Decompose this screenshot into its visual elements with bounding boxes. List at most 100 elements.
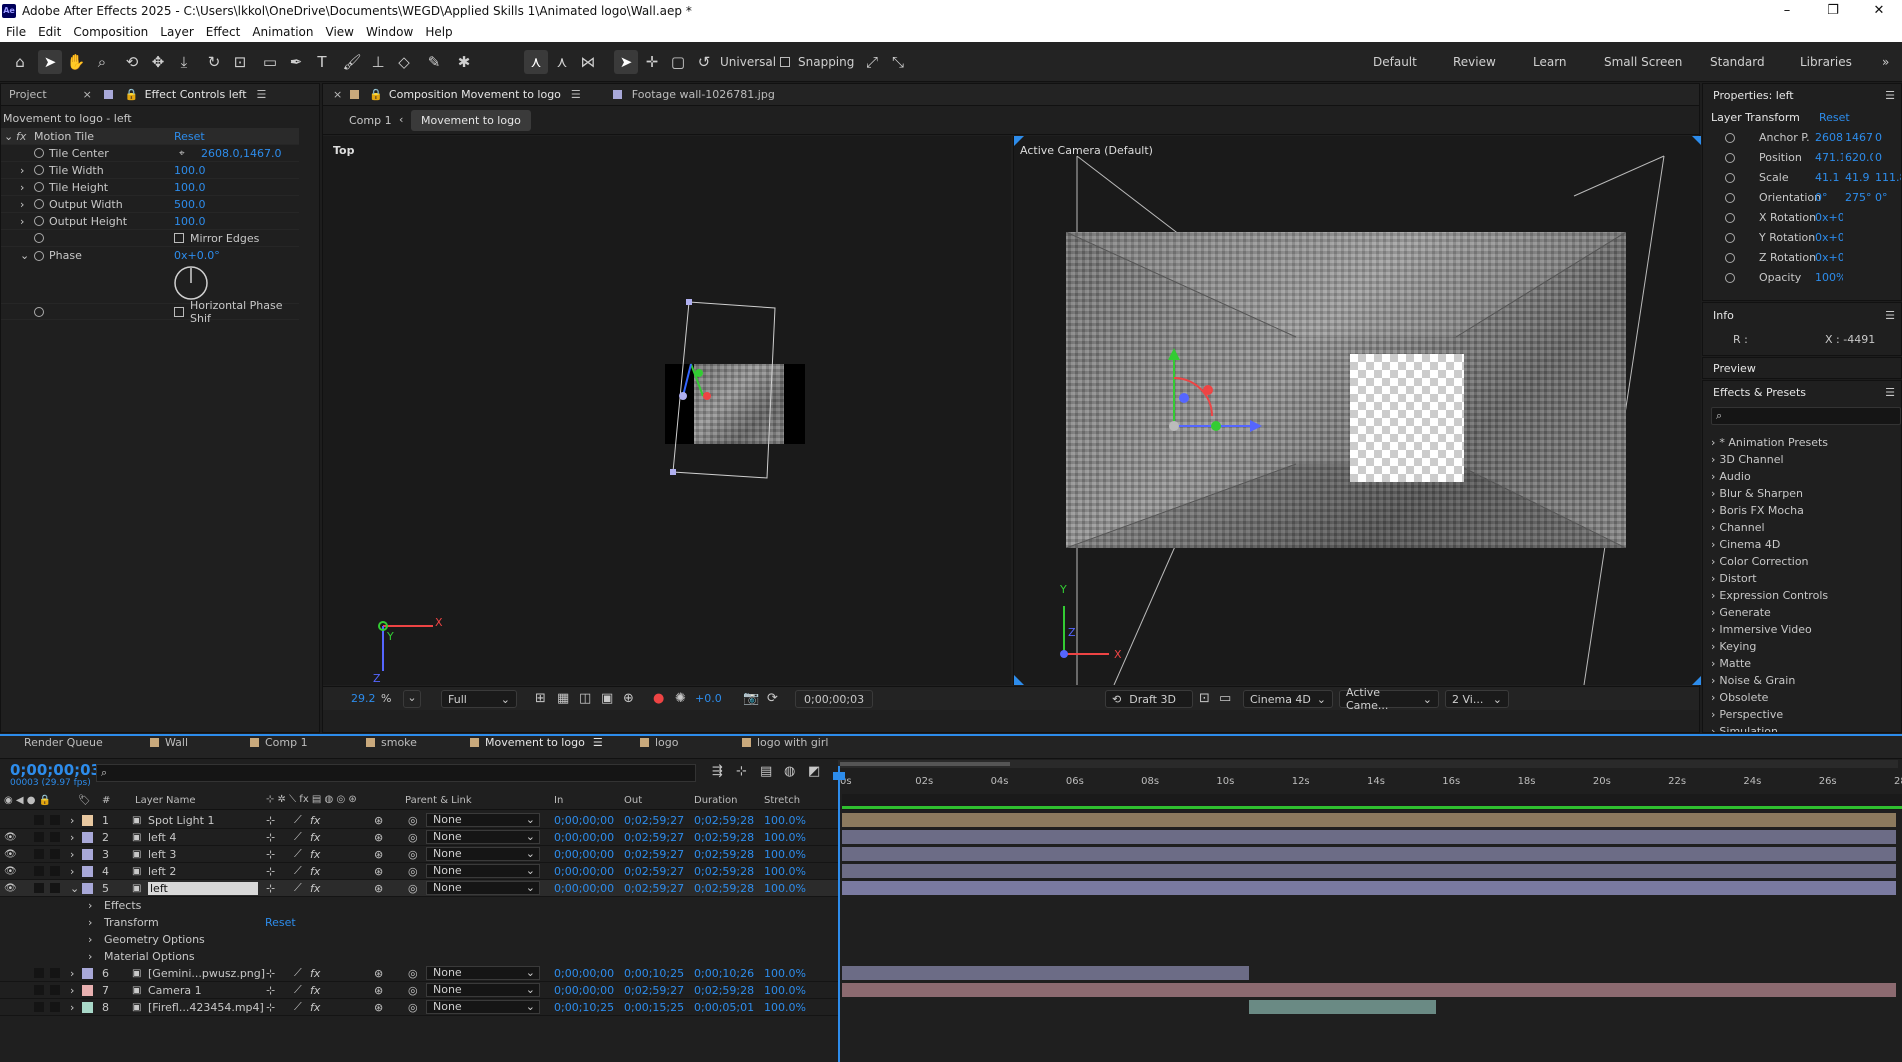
pen-tool-icon[interactable]: ✒ (284, 50, 308, 74)
effects-category-item[interactable]: › Simulation (1711, 725, 1778, 732)
current-time-indicator-head[interactable] (833, 772, 845, 780)
expand-chevron-icon[interactable]: › (1711, 538, 1715, 551)
menu-composition[interactable]: Composition (67, 25, 154, 39)
view-layout-dropdown[interactable]: 2 Vi... ⌄ (1445, 690, 1509, 708)
layer-duration-bar[interactable] (842, 813, 1896, 827)
layer-duration-bar[interactable] (842, 983, 1896, 997)
param-value[interactable]: 500.0 (174, 198, 206, 211)
stopwatch-icon[interactable] (1725, 273, 1735, 283)
lock-icon[interactable]: 🔒 (369, 88, 383, 101)
pick-whip-icon[interactable]: ◎ (408, 984, 418, 997)
home-icon[interactable]: ⌂ (8, 50, 32, 74)
expand-chevron-icon[interactable]: › (20, 215, 24, 228)
param-value[interactable]: 100.0 (174, 181, 206, 194)
fx-icon[interactable]: fx (310, 1001, 320, 1014)
expand-chevron-icon[interactable]: › (70, 1001, 74, 1014)
expand-chevron-icon[interactable]: › (1711, 555, 1715, 568)
expand-chevron-icon[interactable]: › (1711, 453, 1715, 466)
layer-in-point[interactable]: 0;00;00;00 (554, 848, 614, 861)
draft-3d-toggle[interactable]: ⟲ Draft 3D (1105, 690, 1193, 708)
layer-name[interactable]: [Firefl...423454.mp4] (148, 1001, 264, 1014)
effects-search-input[interactable] (1730, 408, 1898, 424)
stopwatch-icon[interactable] (34, 199, 44, 209)
layer-name[interactable]: left (148, 881, 258, 895)
collapse-transform-icon[interactable]: ⊹ (266, 865, 275, 878)
layer-label-color[interactable] (82, 849, 93, 860)
scale-gizmo-icon[interactable]: ▢ (666, 50, 690, 74)
layer-in-point[interactable]: 0;00;00;00 (554, 882, 614, 895)
stopwatch-icon[interactable] (1725, 253, 1735, 263)
fx-icon[interactable]: fx (310, 967, 320, 980)
snap-options-icon[interactable]: ⤢ (860, 50, 884, 74)
expand-chevron-icon[interactable]: › (1711, 487, 1715, 500)
layer-stretch[interactable]: 100.0% (764, 1001, 806, 1014)
param-value[interactable]: 0x+0.0° (174, 249, 220, 262)
expand-chevron-icon[interactable]: › (70, 814, 74, 827)
transform-value-1[interactable]: 0x+0° (1815, 251, 1843, 264)
type-tool-icon[interactable]: T (310, 50, 334, 74)
layer-stretch[interactable]: 100.0% (764, 814, 806, 827)
layer-duration-bar[interactable] (1248, 1000, 1437, 1014)
3d-layer-icon[interactable]: ⊛ (374, 814, 383, 827)
collapse-transform-icon[interactable]: ⊹ (266, 848, 275, 861)
tab-project[interactable]: Project (9, 88, 47, 101)
show-snapshot-icon[interactable]: ⟳ (767, 691, 778, 706)
brush-tool-icon[interactable]: 🖌 (340, 50, 364, 74)
zoom-value[interactable]: 29.2 (351, 692, 376, 705)
effect-header-motion-tile[interactable]: ⌄ fx Motion Tile Reset (1, 128, 299, 145)
transform-value-2[interactable]: 620.0 (1845, 151, 1873, 164)
layer-label-color[interactable] (82, 968, 93, 979)
expand-chevron-icon[interactable]: › (88, 916, 92, 929)
timeline-tab[interactable]: smoke (366, 736, 417, 749)
panel-menu-icon[interactable]: ☰ (1885, 89, 1895, 102)
tab-footage[interactable]: Footage wall-1026781.jpg (632, 88, 775, 101)
layer-row[interactable]: 👁 › 2 ▣ left 4 ⊹ ⟋ fx ⊛ ◎ None ⌄ 0;00;00;00 0;02;59;2… (0, 829, 840, 846)
stopwatch-icon[interactable] (1725, 233, 1735, 243)
maximize-button[interactable]: ❐ (1810, 0, 1856, 21)
layer-name[interactable]: left 2 (148, 865, 258, 878)
expand-chevron-icon[interactable]: › (1711, 725, 1715, 732)
effects-category-item[interactable]: › Distort (1711, 572, 1757, 585)
collapse-transform-icon[interactable]: ⊹ (266, 984, 275, 997)
quality-switch-icon[interactable]: ⟋ (294, 966, 302, 980)
effects-category-item[interactable]: › Generate (1711, 606, 1771, 619)
current-time-indicator[interactable] (838, 766, 840, 1062)
zoom-dropdown-chevron-icon[interactable]: ⌄ (403, 690, 421, 708)
effects-category-item[interactable]: › Keying (1711, 640, 1756, 653)
quality-switch-icon[interactable]: ⟋ (294, 1000, 302, 1014)
3d-transform-gizmo[interactable] (1154, 346, 1264, 456)
timeline-tab[interactable]: Movement to logo ☰ (470, 736, 603, 749)
motion-blur-icon[interactable]: ◍ (784, 764, 795, 779)
horizontal-phase-checkbox[interactable] (174, 306, 184, 317)
crosshair-icon[interactable]: ⌖ (179, 148, 185, 159)
parent-dropdown[interactable]: None ⌄ (426, 830, 540, 844)
mask-visibility-icon[interactable]: ◫ (579, 691, 591, 706)
fx-icon[interactable]: fx (310, 882, 320, 895)
3d-layer-icon[interactable]: ⊛ (374, 1001, 383, 1014)
layer-stretch[interactable]: 100.0% (764, 984, 806, 997)
param-value[interactable]: 2608.0,1467.0 (201, 147, 281, 160)
parent-dropdown[interactable]: None ⌄ (426, 881, 540, 895)
layer-out-point[interactable]: 0;02;59;27 (624, 848, 684, 861)
effects-category-item[interactable]: › Immersive Video (1711, 623, 1812, 636)
snapping-checkbox[interactable] (780, 57, 790, 67)
mirror-edges-checkbox[interactable] (174, 233, 184, 243)
lock-toggle[interactable] (50, 832, 60, 842)
stopwatch-icon[interactable] (34, 148, 44, 158)
expand-chevron-icon[interactable]: › (1711, 674, 1715, 687)
pick-whip-icon[interactable]: ◎ (408, 848, 418, 861)
fx-icon[interactable]: fx (310, 865, 320, 878)
lock-icon[interactable]: 🔒 (125, 88, 139, 101)
close-window-button[interactable]: ✕ (1856, 0, 1902, 21)
expand-chevron-icon[interactable]: › (1711, 521, 1715, 534)
layer-out-point[interactable]: 0;00;10;25 (624, 967, 684, 980)
solo-toggle[interactable] (34, 985, 44, 995)
fx-icon[interactable]: fx (310, 848, 320, 861)
panel-menu-icon[interactable]: ☰ (257, 88, 267, 101)
zoom-tool-icon[interactable]: ⌕ (90, 50, 114, 74)
layer-in-point[interactable]: 0;00;00;00 (554, 865, 614, 878)
rotate-tool-icon[interactable]: ↻ (202, 50, 226, 74)
lock-toggle[interactable] (50, 866, 60, 876)
layer-duration[interactable]: 0;02;59;28 (694, 831, 754, 844)
layer-property-group[interactable]: › Geometry Options (0, 931, 840, 948)
